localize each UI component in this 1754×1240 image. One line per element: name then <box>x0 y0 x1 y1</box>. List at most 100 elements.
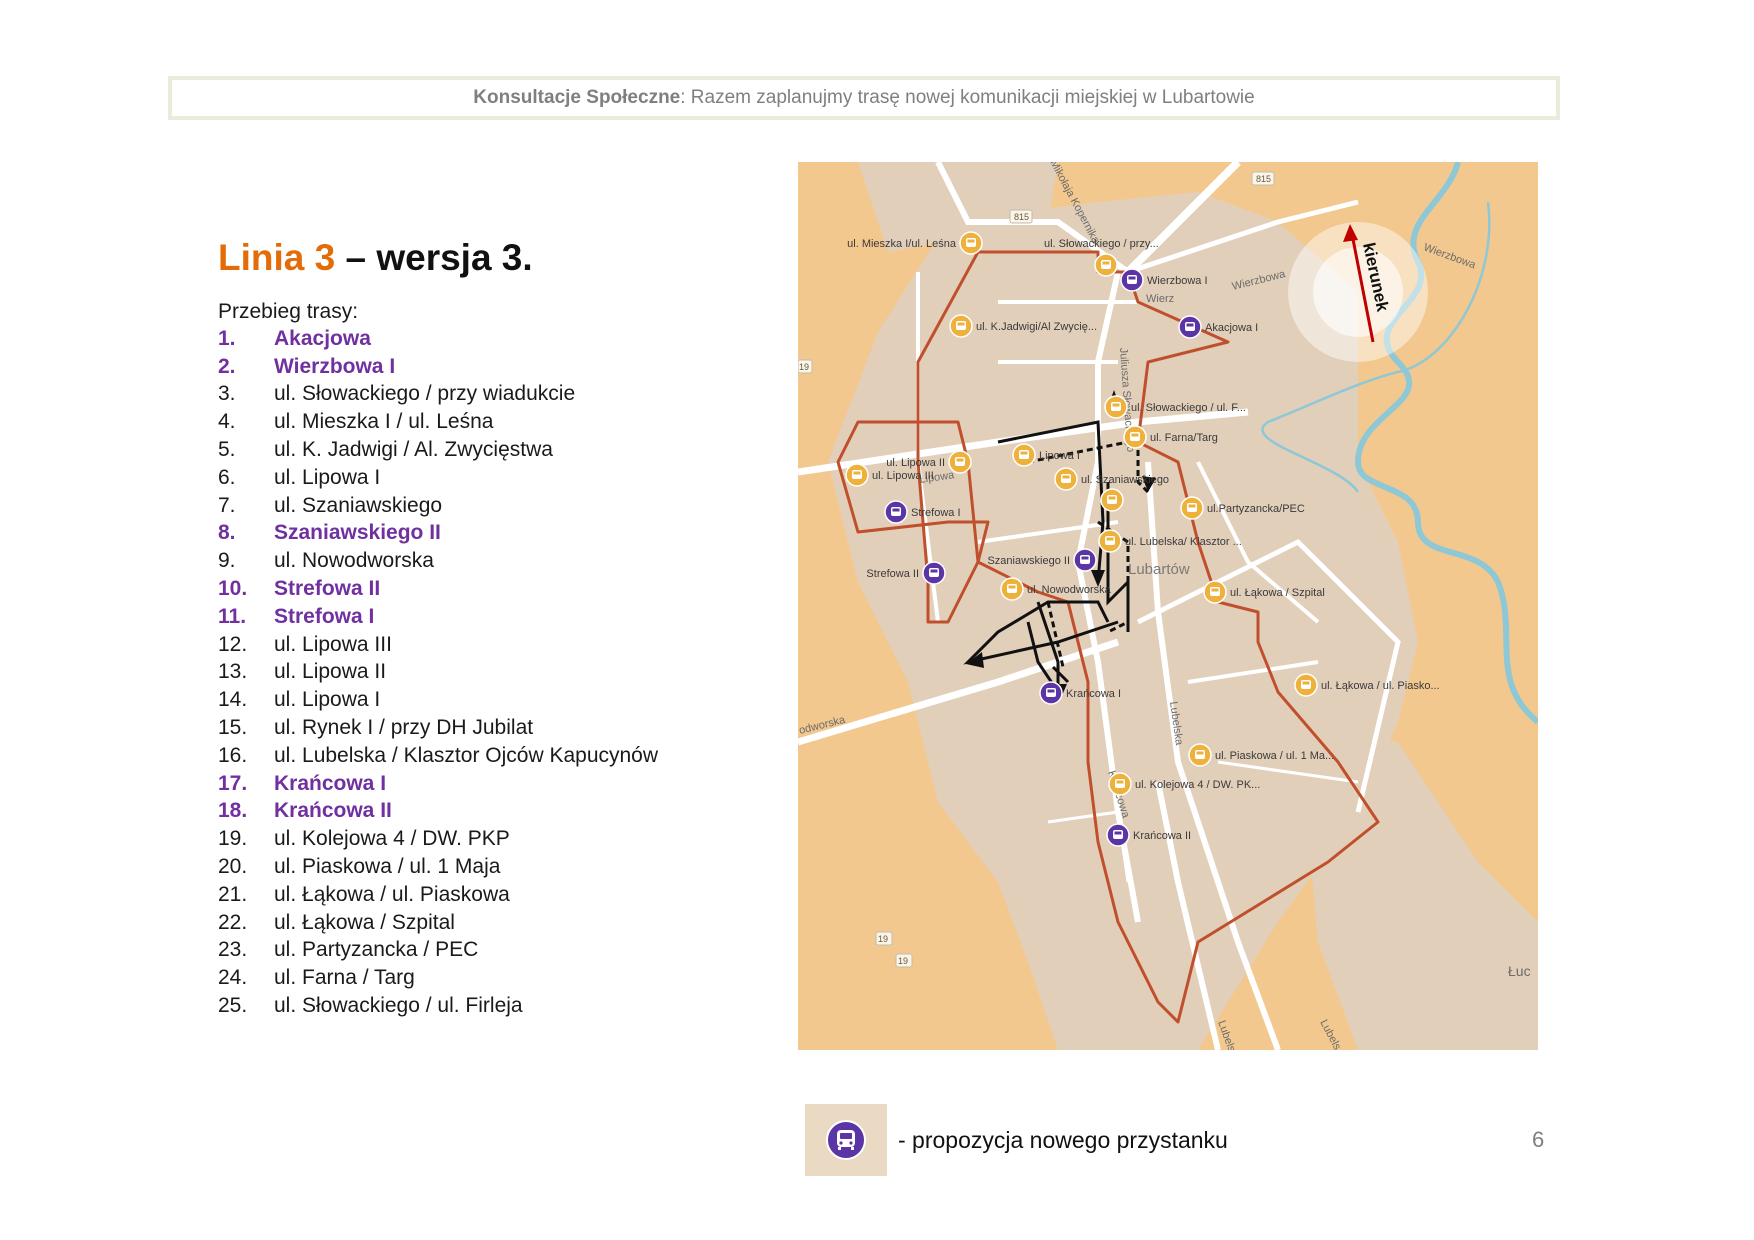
page-title: Linia 3 – wersja 3. <box>218 237 533 279</box>
road-label-lubelska-south: Lubels <box>1317 1018 1343 1050</box>
route-stop-item: 6. ul. Lipowa I <box>218 464 658 492</box>
route-stop-number: 22. <box>218 910 248 934</box>
route-map: 815 815 19 19 19 Lipowa Lubelska Mikołaj… <box>798 162 1538 1050</box>
shield-text-0: 815 <box>1256 174 1271 184</box>
route-stop-number: 23. <box>218 938 248 962</box>
route-stop-item: 12. ul. Lipowa III <box>218 631 658 659</box>
road-label-wierz-small: Wierz <box>1146 293 1174 305</box>
stop-label: ul. Lipowa II <box>886 457 945 469</box>
route-stop-number: 13. <box>218 660 248 684</box>
route-stop-name: ul. Słowackiego / przy wiadukcie <box>274 382 576 406</box>
route-stop-name: ul. K. Jadwigi / Al. Zwycięstwa <box>274 438 553 462</box>
stop-label: ul. Szaniawskiego <box>1081 474 1169 486</box>
route-stop-name: ul. Piaskowa / ul. 1 Maja <box>274 855 501 879</box>
route-stop-number: 19. <box>218 827 248 851</box>
route-stop-number: 25. <box>218 994 248 1018</box>
shield-text-2: 19 <box>799 362 809 372</box>
route-stop-item: 14. ul. Lipowa I <box>218 686 658 714</box>
stop-label: Lipowa I <box>1039 450 1080 462</box>
route-stop-name: ul. Rynek I / przy DH Jubilat <box>274 716 534 740</box>
route-stop-number: 9. <box>218 549 236 573</box>
route-stop-number: 5. <box>218 438 236 462</box>
route-stop-name: ul. Łąkowa / ul. Piaskowa <box>274 882 510 906</box>
urban-area-east <box>1298 722 1538 1050</box>
route-stop-number: 8. <box>218 521 236 545</box>
route-stop-item: 2. Wierzbowa I <box>218 353 658 381</box>
route-stop-item: 19. ul. Kolejowa 4 / DW. PKP <box>218 825 658 853</box>
stop-label: ul. K.Jadwigi/Al Zwycię... <box>976 321 1097 333</box>
page-number: 6 <box>1532 1127 1545 1152</box>
legend-text: - propozycja nowego przystanku <box>898 1127 1228 1153</box>
route-stop-item: 4. ul. Mieszka I / ul. Leśna <box>218 408 658 436</box>
route-stop-item: 7. ul. Szaniawskiego <box>218 492 658 520</box>
stop-label: ul. Słowackiego / ul. F... <box>1131 402 1246 414</box>
route-stop-item: 18. Krańcowa II <box>218 798 658 826</box>
route-stop-name: ul. Lipowa III <box>274 632 392 656</box>
route-stop-number: 24. <box>218 966 248 990</box>
legend-swatch <box>805 1104 887 1176</box>
stop-label: ul. Nowodworska <box>1027 584 1112 596</box>
route-stop-item: 20. ul. Piaskowa / ul. 1 Maja <box>218 853 658 881</box>
map-canvas: 815 815 19 19 19 Lipowa Lubelska Mikołaj… <box>798 162 1538 1050</box>
route-stop-item: 23. ul. Partyzancka / PEC <box>218 937 658 965</box>
route-stop-name: Akacjowa <box>274 326 371 350</box>
route-stop-number: 17. <box>218 771 248 795</box>
route-stop-item: 10. Strefowa II <box>218 575 658 603</box>
route-stop-number: 1. <box>218 326 236 350</box>
route-stop-item: 5. ul. K. Jadwigi / Al. Zwycięstwa <box>218 436 658 464</box>
header-bold: Konsultacje Społeczne <box>473 87 681 108</box>
route-stop-number: 10. <box>218 577 248 601</box>
stop-label: ul. Mieszka I/ul. Leśna <box>847 238 957 250</box>
route-stop-number: 7. <box>218 493 236 517</box>
stop-label: ul. Słowackiego / przy... <box>1044 238 1159 250</box>
route-stop-item: 15. ul. Rynek I / przy DH Jubilat <box>218 714 658 742</box>
stop-label: Akacjowa I <box>1205 322 1258 334</box>
route-stop-number: 11. <box>218 604 247 628</box>
route-stop-name: ul. Lipowa I <box>274 465 381 489</box>
document-header: Konsultacje Społeczne: Razem zaplanujmy … <box>168 76 1560 120</box>
route-stop-name: Krańcowa I <box>274 771 387 795</box>
title-line-name: Linia 3 <box>218 237 336 278</box>
route-stop-item: 25. ul. Słowackiego / ul. Firleja <box>218 992 658 1020</box>
stop-label: ul. Łąkowa / ul. Piasko... <box>1321 680 1440 692</box>
stop-label: Krańcowa II <box>1133 830 1191 842</box>
route-stop-number: 4. <box>218 410 236 434</box>
route-stop-name: ul. Kolejowa 4 / DW. PKP <box>274 827 510 851</box>
direction-indicator: kierunek <box>1288 222 1428 362</box>
route-stop-item: 9. ul. Nowodworska <box>218 547 658 575</box>
bus-stop-new-icon <box>826 1120 866 1160</box>
stop-label: Strefowa I <box>911 507 961 519</box>
header-rest: : Razem zaplanujmy trasę nowej komunikac… <box>680 87 1255 108</box>
town-label-luc: Łuc <box>1508 963 1531 979</box>
route-stop-item: 16. ul. Lubelska / Klasztor Ojców Kapucyn… <box>218 742 658 770</box>
route-stop-name: ul. Szaniawskiego <box>274 493 443 517</box>
stop-label: Strefowa II <box>866 568 919 580</box>
route-stop-name: Strefowa II <box>274 577 381 601</box>
stop-label: ul.Partyzancka/PEC <box>1207 503 1305 515</box>
route-stop-item: 24. ul. Farna / Targ <box>218 964 658 992</box>
route-stop-number: 18. <box>218 799 248 823</box>
route-stop-number: 15. <box>218 716 248 740</box>
route-stop-number: 21. <box>218 882 248 906</box>
route-stop-name: ul. Mieszka I / ul. Leśna <box>274 410 494 434</box>
route-stop-item: 3. ul. Słowackiego / przy wiadukcie <box>218 381 658 409</box>
route-stop-item: 8. Szaniawskiego II <box>218 520 658 548</box>
route-stop-number: 2. <box>218 354 236 378</box>
stop-label: ul. Lipowa III <box>872 470 934 482</box>
route-stop-name: ul. Lipowa II <box>274 660 387 684</box>
town-label: Lubartów <box>1128 561 1190 578</box>
route-stop-name: ul. Nowodworska <box>274 549 434 573</box>
route-stop-name: ul. Słowackiego / ul. Firleja <box>274 994 523 1018</box>
header-text: Konsultacje Społeczne: Razem zaplanujmy … <box>473 87 1254 109</box>
stop-label: Krańcowa I <box>1066 688 1121 700</box>
route-stop-name: ul. Farna / Targ <box>274 966 415 990</box>
stop-label: ul. Farna/Targ <box>1150 432 1218 444</box>
stop-label: ul. Lubelska/ Klasztor ... <box>1125 536 1242 548</box>
route-stop-number: 20. <box>218 855 248 879</box>
route-stop-number: 3. <box>218 382 236 406</box>
route-stop-name: ul. Łąkowa / Szpital <box>274 910 455 934</box>
stop-label: Wierzbowa I <box>1147 275 1208 287</box>
shield-text-4: 19 <box>898 956 908 966</box>
route-stop-number: 6. <box>218 465 236 489</box>
route-stop-item: 13. ul. Lipowa II <box>218 659 658 687</box>
